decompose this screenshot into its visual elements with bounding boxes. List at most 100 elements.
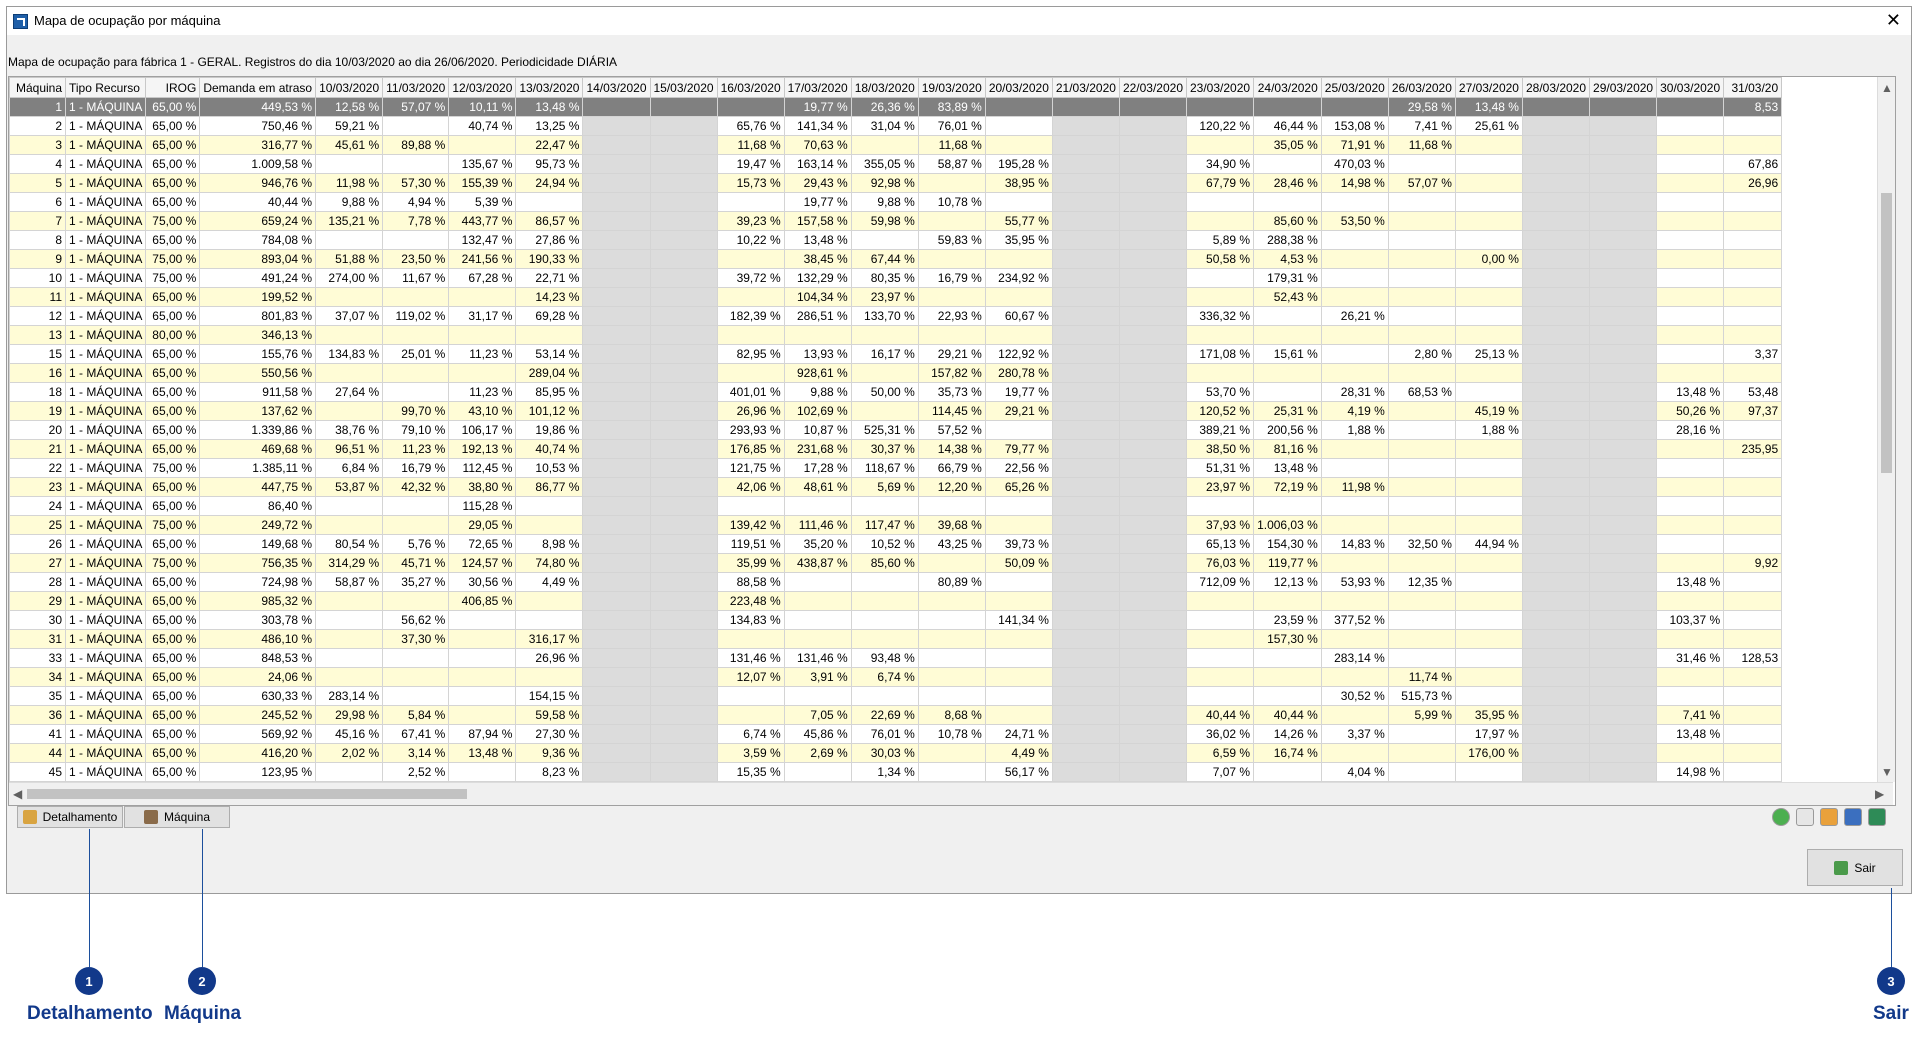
table-row[interactable]: 13 1 - MÁQUINA 80,00 % 346,13 % xyxy=(9,325,1783,345)
column-header[interactable]: IROG xyxy=(145,77,201,98)
table-row[interactable]: 51 - MÁQUINA 65,00 % 946,76 % 11,98 % 57,30 … xyxy=(9,173,1783,193)
column-header[interactable]: 26/03/2020 xyxy=(1387,77,1456,98)
table-cell: 51,88 % xyxy=(315,249,384,269)
table-cell xyxy=(1723,496,1783,516)
table-cell xyxy=(1521,515,1591,535)
table-row[interactable]: 21 1 - MÁQUINA 65,00 % 469,68 % 96,51 % 11,23… xyxy=(9,439,1783,459)
column-header[interactable]: 20/03/2020 xyxy=(984,77,1053,98)
table-cell: 117,47 % xyxy=(850,515,919,535)
column-header[interactable]: 12/03/2020 xyxy=(448,77,517,98)
table-cell xyxy=(448,629,517,649)
table-row[interactable]: 61 - MÁQUINA 65,00 % 40,44 % 9,88 % 4,94 % 5,… xyxy=(9,192,1783,212)
table-row[interactable]: 18 1 - MÁQUINA 65,00 % 911,58 % 27,64 % 11,23… xyxy=(9,382,1783,402)
column-header[interactable]: 17/03/2020 xyxy=(783,77,852,98)
table-row[interactable]: 11 1 - MÁQUINA 65,00 % 199,52 % 14,23 % 104,3… xyxy=(9,287,1783,307)
detalhamento-button[interactable]: Detalhamento xyxy=(17,806,123,828)
table-row[interactable]: 36 1 - MÁQUINA 65,00 % 245,52 % 29,98 % 5,84 … xyxy=(9,705,1783,725)
table-cell: 11,68 % xyxy=(917,135,986,155)
table-cell: 35,99 % xyxy=(716,553,785,573)
table-row[interactable]: 41 - MÁQUINA 65,00 % 1.009,58 % 135,67 % 95,… xyxy=(9,154,1783,174)
table-row[interactable]: 10 1 - MÁQUINA 75,00 % 491,24 % 274,00 % 11,6… xyxy=(9,268,1783,288)
table-row[interactable]: 23 1 - MÁQUINA 65,00 % 447,75 % 53,87 % 42,32… xyxy=(9,477,1783,497)
table-row[interactable]: 31 - MÁQUINA 65,00 % 316,77 % 45,61 % 89,88 … xyxy=(9,135,1783,155)
column-header[interactable]: 11/03/2020 xyxy=(382,77,450,98)
table-row[interactable]: 35 1 - MÁQUINA 65,00 % 630,33 % 283,14 % 154,… xyxy=(9,686,1783,706)
table-cell xyxy=(1320,325,1389,345)
occupation-grid[interactable]: Máquina Tipo Recurso IROG Demanda em atraso… xyxy=(8,76,1896,806)
column-header[interactable]: 10/03/2020 xyxy=(315,77,384,98)
column-header[interactable]: 13/03/2020 xyxy=(515,77,584,98)
vertical-scroll-thumb[interactable] xyxy=(1881,193,1892,473)
column-header[interactable]: 27/03/2020 xyxy=(1454,77,1523,98)
table-row[interactable]: 16 1 - MÁQUINA 65,00 % 550,56 % 289,04 % 928,… xyxy=(9,363,1783,383)
table-cell: 65,00 % xyxy=(145,667,201,687)
column-header[interactable]: 28/03/2020 xyxy=(1521,77,1591,98)
machine-icon xyxy=(143,810,158,824)
scroll-left-icon[interactable]: ◀ xyxy=(13,787,22,801)
table-cell xyxy=(515,496,584,516)
table-row[interactable]: 34 1 - MÁQUINA 65,00 % 24,06 % 12,07 % 3,91 %… xyxy=(9,667,1783,687)
print-icon[interactable] xyxy=(1796,808,1814,826)
column-header[interactable]: 31/03/20 xyxy=(1723,77,1783,98)
table-row[interactable]: 30 1 - MÁQUINA 65,00 % 303,78 % 56,62 % 134,8… xyxy=(9,610,1783,630)
table-cell xyxy=(1051,439,1120,459)
columns-icon[interactable] xyxy=(1844,808,1862,826)
table-row[interactable]: 31 1 - MÁQUINA 65,00 % 486,10 % 37,30 % 316,1… xyxy=(9,629,1783,649)
table-cell: 53,87 % xyxy=(315,477,384,497)
table-row[interactable]: 44 1 - MÁQUINA 65,00 % 416,20 % 2,02 % 3,14 %… xyxy=(9,743,1783,763)
table-cell: 14,98 % xyxy=(1320,173,1389,193)
table-row[interactable]: 28 1 - MÁQUINA 65,00 % 724,98 % 58,87 % 35,27… xyxy=(9,572,1783,592)
excel-icon[interactable] xyxy=(1868,808,1886,826)
table-row[interactable]: 25 1 - MÁQUINA 75,00 % 249,72 % 29,05 % 139,4… xyxy=(9,515,1783,535)
column-header[interactable]: Demanda em atraso xyxy=(199,77,317,98)
table-cell xyxy=(1185,268,1255,288)
column-header[interactable]: 23/03/2020 xyxy=(1185,77,1255,98)
close-icon[interactable]: ✕ xyxy=(1886,10,1901,31)
column-header[interactable]: 19/03/2020 xyxy=(917,77,986,98)
export-icon[interactable] xyxy=(1820,808,1838,826)
table-row[interactable]: 24 1 - MÁQUINA 65,00 % 86,40 % 115,28 % xyxy=(9,496,1783,516)
column-header[interactable]: 30/03/2020 xyxy=(1656,77,1725,98)
maquina-button[interactable]: Máquina xyxy=(124,806,230,828)
table-row[interactable]: 29 1 - MÁQUINA 65,00 % 985,32 % 406,85 % 223,… xyxy=(9,591,1783,611)
column-header[interactable]: 21/03/2020 xyxy=(1051,77,1120,98)
table-row[interactable]: 45 1 - MÁQUINA 65,00 % 123,95 % 2,52 % 8,23 %… xyxy=(9,762,1783,782)
table-row[interactable]: 33 1 - MÁQUINA 65,00 % 848,53 % 26,96 % 131,4… xyxy=(9,648,1783,668)
sair-button[interactable]: Sair xyxy=(1807,849,1903,886)
horizontal-scroll-thumb[interactable] xyxy=(27,789,467,799)
table-row[interactable]: 22 1 - MÁQUINA 75,00 % 1.385,11 % 6,84 % 16,7… xyxy=(9,458,1783,478)
table-cell: 38,95 % xyxy=(984,173,1053,193)
table-row[interactable]: 27 1 - MÁQUINA 75,00 % 756,35 % 314,29 % 45,7… xyxy=(9,553,1783,573)
column-header[interactable]: Máquina xyxy=(9,77,66,98)
table-row[interactable]: 19 1 - MÁQUINA 65,00 % 137,62 % 99,70 % 43,10… xyxy=(9,401,1783,421)
column-header[interactable]: Tipo Recurso xyxy=(64,77,147,98)
column-header[interactable]: 25/03/2020 xyxy=(1320,77,1389,98)
refresh-icon[interactable] xyxy=(1772,808,1790,826)
table-row[interactable]: 20 1 - MÁQUINA 65,00 % 1.339,86 % 38,76 % 79,… xyxy=(9,420,1783,440)
scroll-right-icon[interactable]: ▶ xyxy=(1875,787,1884,801)
column-header[interactable]: 22/03/2020 xyxy=(1118,77,1188,98)
scroll-up-icon[interactable]: ▲ xyxy=(1881,81,1893,95)
table-row[interactable]: 71 - MÁQUINA 75,00 % 659,24 % 135,21 % 7,78 … xyxy=(9,211,1783,231)
scroll-down-icon[interactable]: ▼ xyxy=(1881,765,1893,779)
table-cell: 24 xyxy=(9,496,66,516)
table-row[interactable]: 21 - MÁQUINA 65,00 % 750,46 % 59,21 % 40,74 … xyxy=(9,116,1783,136)
table-row[interactable]: 12 1 - MÁQUINA 65,00 % 801,83 % 37,07 % 119,0… xyxy=(9,306,1783,326)
table-row[interactable]: 81 - MÁQUINA 65,00 % 784,08 % 132,47 % 27,86… xyxy=(9,230,1783,250)
table-row[interactable]: 11 - MÁQUINA 65,00 % 449,53 % 12,58 % 57,07 … xyxy=(9,97,1783,117)
table-row[interactable]: 91 - MÁQUINA 75,00 % 893,04 % 51,88 % 23,50 … xyxy=(9,249,1783,269)
table-row[interactable]: 15 1 - MÁQUINA 65,00 % 155,76 % 134,83 % 25,0… xyxy=(9,344,1783,364)
table-cell: 40,74 % xyxy=(515,439,584,459)
horizontal-scrollbar[interactable]: ◀ ▶ xyxy=(9,782,1893,805)
vertical-scrollbar[interactable]: ▲ ▼ xyxy=(1877,77,1895,782)
column-header[interactable]: 16/03/2020 xyxy=(716,77,785,98)
column-header[interactable]: 24/03/2020 xyxy=(1253,77,1322,98)
column-header[interactable]: 18/03/2020 xyxy=(850,77,919,98)
column-header[interactable]: 14/03/2020 xyxy=(582,77,651,98)
table-row[interactable]: 26 1 - MÁQUINA 65,00 % 149,68 % 80,54 % 5,76 … xyxy=(9,534,1783,554)
column-header[interactable]: 29/03/2020 xyxy=(1589,77,1658,98)
table-row[interactable]: 41 1 - MÁQUINA 65,00 % 569,92 % 45,16 % 67,41… xyxy=(9,724,1783,744)
column-header[interactable]: 15/03/2020 xyxy=(649,77,718,98)
table-cell: 724,98 % xyxy=(199,572,317,592)
table-cell: 72,65 % xyxy=(448,534,517,554)
